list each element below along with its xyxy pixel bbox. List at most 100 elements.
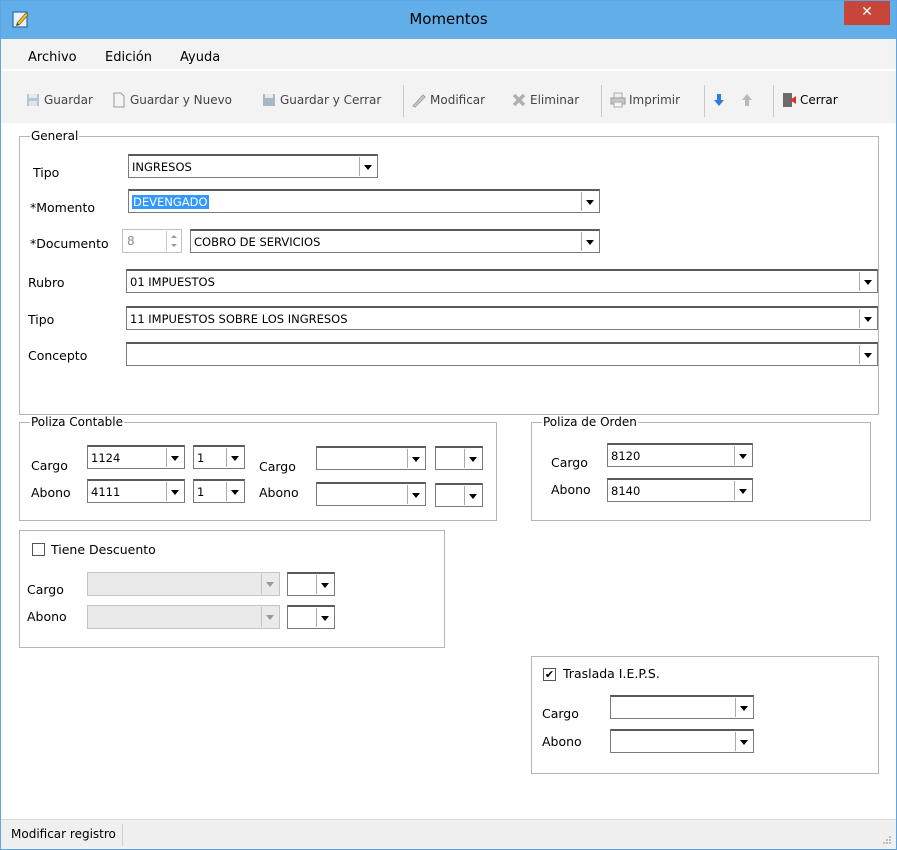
toolbar: Guardar Guardar y Nuevo Guardar y Cerrar…: [1, 71, 896, 123]
chevron-down-icon: [261, 607, 278, 627]
imprimir-button[interactable]: Imprimir: [610, 89, 680, 111]
general-legend: General: [31, 129, 79, 143]
documento-label: *Documento: [30, 236, 109, 251]
po-abono-value: 8140: [611, 484, 641, 498]
eliminar-label: Eliminar: [530, 93, 580, 107]
rubro-label: Rubro: [28, 275, 65, 290]
chevron-down-icon[interactable]: [581, 232, 598, 251]
chevron-down-icon[interactable]: [735, 732, 752, 751]
arrow-down-icon: [714, 94, 724, 106]
tipo2-select[interactable]: 11 IMPUESTOS SOBRE LOS INGRESOS: [126, 306, 878, 330]
pc-cargo-sub-value: 1: [197, 451, 205, 465]
chevron-down-icon[interactable]: [735, 698, 752, 717]
momento-label: *Momento: [30, 200, 96, 215]
menu-ayuda[interactable]: Ayuda: [180, 50, 220, 65]
chevron-down-icon[interactable]: [166, 448, 183, 467]
tipo-select[interactable]: INGRESOS: [128, 154, 378, 178]
desc-cargo-select[interactable]: [87, 572, 280, 596]
guardar-label: Guardar: [44, 93, 93, 107]
pc-cargo-select[interactable]: 1124: [87, 445, 185, 469]
concepto-select[interactable]: [126, 342, 878, 366]
momento-select[interactable]: DEVENGADO: [128, 189, 600, 213]
ieps-checkbox[interactable]: ✔: [543, 668, 556, 681]
desc-cargo-sub-select[interactable]: [287, 572, 335, 596]
cerrar-label: Cerrar: [800, 93, 838, 107]
guardar-y-nuevo-label: Guardar y Nuevo: [130, 93, 233, 107]
guardar-button[interactable]: Guardar: [25, 89, 93, 111]
title-bar[interactable]: Momentos ✕: [1, 1, 896, 39]
toolbar-separator: [773, 85, 774, 117]
documento-number-stepper[interactable]: 8: [122, 229, 182, 253]
pc-abono-label: Abono: [31, 485, 71, 500]
chevron-down-icon[interactable]: [859, 345, 876, 364]
chevron-down-icon[interactable]: [859, 309, 876, 328]
arrow-up-icon: [742, 94, 752, 106]
desc-cargo-label: Cargo: [27, 582, 64, 597]
chevron-down-icon[interactable]: [581, 192, 598, 211]
chevron-down-icon[interactable]: [226, 448, 243, 467]
pc-cargo-sub-select[interactable]: 1: [193, 445, 245, 469]
tipo2-value: 11 IMPUESTOS SOBRE LOS INGRESOS: [130, 312, 348, 326]
tipo-value: INGRESOS: [132, 160, 192, 174]
close-window-button[interactable]: ✕: [844, 1, 890, 25]
menu-edicion[interactable]: Edición: [105, 50, 152, 65]
ieps-cargo-select[interactable]: [610, 695, 754, 719]
chevron-down-icon[interactable]: [407, 485, 424, 504]
rubro-select[interactable]: 01 IMPUESTOS: [126, 269, 878, 293]
documento-select[interactable]: COBRO DE SERVICIOS: [190, 229, 600, 253]
spinner-arrows-icon[interactable]: [166, 231, 180, 251]
chevron-down-icon[interactable]: [226, 482, 243, 501]
desc-abono-select[interactable]: [87, 605, 280, 629]
tipo2-label: Tipo: [28, 312, 55, 327]
guardar-y-cerrar-button[interactable]: Guardar y Cerrar: [261, 89, 381, 111]
move-down-button[interactable]: [711, 89, 730, 111]
descuento-label: Tiene Descuento: [51, 542, 156, 557]
documento-number: 8: [127, 234, 135, 248]
chevron-down-icon[interactable]: [166, 482, 183, 501]
form-content: General Tipo INGRESOS *Momento DEVENGADO…: [8, 123, 889, 817]
pc-abono2-select[interactable]: [316, 482, 426, 506]
chevron-down-icon[interactable]: [407, 449, 424, 468]
menu-archivo[interactable]: Archivo: [28, 50, 77, 65]
poliza-contable-legend: Poliza Contable: [31, 415, 124, 429]
cerrar-button[interactable]: Cerrar: [781, 89, 838, 111]
menu-bar: Archivo Edición Ayuda: [1, 39, 896, 69]
eliminar-button[interactable]: Eliminar: [511, 89, 579, 111]
modificar-button[interactable]: Modificar: [411, 89, 485, 111]
move-up-button[interactable]: [739, 89, 758, 111]
ieps-label: Traslada I.E.P.S.: [563, 666, 660, 681]
pencil-icon: [412, 94, 426, 108]
modificar-label: Modificar: [430, 93, 486, 107]
chevron-down-icon[interactable]: [316, 608, 333, 627]
chevron-down-icon[interactable]: [464, 486, 481, 505]
po-abono-select[interactable]: 8140: [607, 478, 753, 502]
chevron-down-icon[interactable]: [464, 449, 481, 468]
resize-grip-icon[interactable]: [882, 835, 892, 845]
status-text: Modificar registro: [5, 824, 123, 846]
pc-abono-value: 4111: [91, 485, 121, 499]
exit-door-icon: [783, 93, 796, 107]
momentos-window: Momentos ✕ Archivo Edición Ayuda Guardar…: [0, 0, 897, 850]
pc-abono2-sub-select[interactable]: [435, 483, 483, 507]
tipo-label: Tipo: [33, 165, 60, 180]
guardar-y-nuevo-button[interactable]: Guardar y Nuevo: [111, 89, 232, 111]
chevron-down-icon[interactable]: [359, 157, 376, 176]
chevron-down-icon[interactable]: [734, 481, 751, 500]
chevron-down-icon[interactable]: [316, 575, 333, 594]
chevron-down-icon[interactable]: [859, 272, 876, 291]
pc-abono-sub-select[interactable]: 1: [193, 479, 245, 503]
pc-cargo2-sub-select[interactable]: [435, 446, 483, 470]
desc-abono-sub-select[interactable]: [287, 605, 335, 629]
delete-x-icon: [512, 93, 526, 107]
ieps-abono-select[interactable]: [610, 729, 754, 753]
pc-abono-select[interactable]: 4111: [87, 479, 185, 503]
chevron-down-icon: [261, 574, 278, 594]
status-bar: Modificar registro: [1, 819, 896, 849]
save-icon: [27, 94, 39, 106]
chevron-down-icon[interactable]: [734, 446, 751, 465]
pc-cargo2-select[interactable]: [316, 446, 426, 470]
descuento-checkbox[interactable]: [32, 543, 45, 556]
po-abono-label: Abono: [551, 482, 591, 497]
po-cargo-select[interactable]: 8120: [607, 443, 753, 467]
desc-abono-label: Abono: [27, 609, 67, 624]
